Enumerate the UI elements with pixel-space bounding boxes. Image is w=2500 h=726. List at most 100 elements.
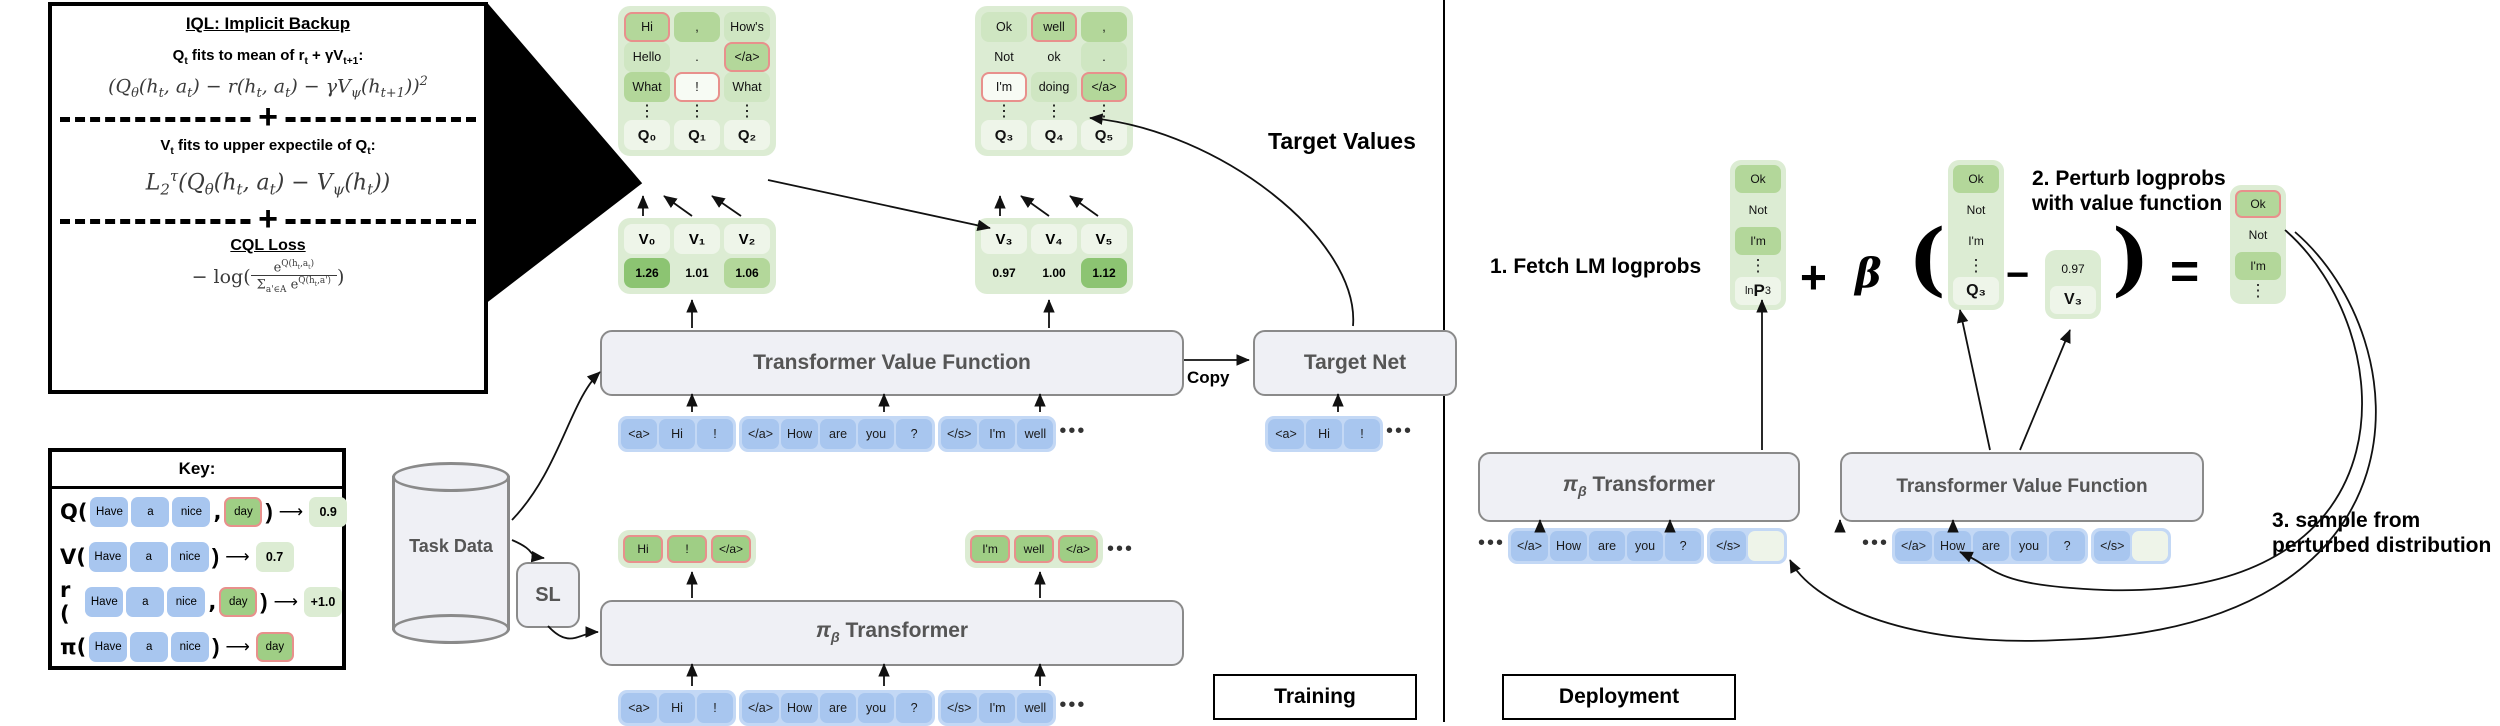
policy-output-token: </a> (711, 535, 751, 563)
key-paren: ) (260, 588, 268, 614)
token[interactable]: I'm (979, 693, 1016, 723)
token[interactable]: How (781, 693, 819, 723)
transformer-value-function-box[interactable]: Transformer Value Function (600, 330, 1184, 396)
token[interactable]: well (1017, 693, 1054, 723)
q-value-block-1: Hi, How's Hello. </a> What! What ⋮ ⋮ ⋮ Q₀ Q₁ Q₂ (618, 6, 776, 156)
key-paren: ) (265, 498, 273, 524)
policy-output-token: well (1014, 535, 1054, 563)
q-label-row: Q₀ Q₁ Q₂ (624, 120, 770, 150)
key-function-symbol: V( (60, 544, 86, 569)
target-net-label: Target Net (1303, 351, 1407, 374)
token[interactable]: </a> (742, 693, 780, 723)
token[interactable]: ! (697, 693, 733, 723)
deployment-transformer-value-function-box[interactable]: Transformer Value Function (1840, 452, 2204, 522)
key-row: π(Have a nice) ⟶ day (52, 624, 342, 669)
token[interactable]: How (781, 419, 819, 449)
token[interactable]: you (858, 419, 895, 449)
token[interactable]: you (858, 693, 895, 723)
token[interactable]: are (820, 693, 857, 723)
token[interactable]: </s> (1710, 531, 1747, 561)
distribution-cell: I'm (1735, 227, 1781, 255)
token[interactable]: How (1550, 531, 1588, 561)
token[interactable]: ? (2049, 531, 2086, 561)
token-group: </a> How are you? (1892, 528, 2089, 564)
token[interactable]: How (1934, 531, 1972, 561)
v-value-block-1: V₀ V₁ V₂ 1.26 1.01 1.06 (618, 218, 776, 294)
token-group: <a> Hi! (618, 690, 736, 726)
key-value: 0.9 (309, 496, 348, 527)
plus-icon-2: + (255, 202, 281, 236)
paren-close: ) (2112, 211, 2150, 305)
target-net-box[interactable]: Target Net (1253, 330, 1457, 396)
token[interactable]: are (1589, 531, 1626, 561)
v-label-row: V₃ V₄ V₅ (981, 224, 1127, 254)
token-ellipsis: ••• (1059, 694, 1087, 716)
token[interactable]: you (2011, 531, 2048, 561)
blank-token-slot[interactable] (1748, 531, 1785, 561)
token[interactable]: <a> (621, 419, 657, 449)
token[interactable]: you (1627, 531, 1664, 561)
iql-v-description: Vt fits to upper expectile of Qt: (160, 137, 376, 158)
key-value: +1.0 (304, 586, 342, 617)
task-data-cylinder: Task Data (392, 462, 510, 644)
distribution-cell: Not (1953, 196, 1999, 224)
token[interactable]: well (1017, 419, 1054, 449)
key-token: a (131, 496, 170, 527)
q-token-row: What! What (624, 72, 770, 102)
q-token-cell: Ok (981, 12, 1027, 42)
token[interactable]: </a> (1895, 531, 1933, 561)
q-token-cell: What (624, 72, 670, 102)
token[interactable]: are (1973, 531, 2010, 561)
token[interactable]: ! (1344, 419, 1380, 449)
v-label-row: V₀ V₁ V₂ (624, 224, 770, 254)
token[interactable]: ? (896, 693, 933, 723)
distribution-cell: Ok (1953, 165, 1999, 193)
token[interactable]: ? (1665, 531, 1702, 561)
deployment-section-label: Deployment (1558, 685, 1680, 708)
token[interactable]: Hi (1306, 419, 1342, 449)
deployment-pi-beta-transformer-box[interactable]: πβ Transformer (1478, 452, 1800, 522)
q-token-cell: . (674, 42, 720, 72)
token-group: </s> (2091, 528, 2172, 564)
token-row-policy: <a> Hi! </a> How are you? </s> I'm well ••• (618, 690, 1086, 726)
token[interactable]: </a> (1511, 531, 1549, 561)
q-token-cell: ! (674, 72, 720, 102)
vertical-dots-icon: ⋮ (1749, 256, 1767, 275)
blank-token-slot[interactable] (2132, 531, 2169, 561)
key-token: nice (171, 631, 210, 662)
deployment-step2-label: 2. Perturb logprobs with value function (2032, 167, 2226, 215)
token-row-value-function: <a> Hi! </a> How are you? </s> I'm well ••• (618, 416, 1086, 452)
q-token-row: Not ok. (981, 42, 1127, 72)
token[interactable]: ! (697, 419, 733, 449)
key-legend-panel: Key: Q(Have a nice, day) ⟶ 0.9 V(Have a nice) ⟶ 0.… (48, 448, 348, 670)
token-ellipsis: ••• (1862, 532, 1890, 554)
token-ellipsis: ••• (1478, 532, 1506, 554)
token[interactable]: I'm (979, 419, 1016, 449)
pi-beta-transformer-box[interactable]: πβ Transformer (600, 600, 1184, 666)
deployment-section-label-box: Deployment (1502, 674, 1736, 720)
v-value: 1.26 (624, 258, 670, 288)
token[interactable]: are (820, 419, 857, 449)
q-value-column-deployment: Ok Not I'm ⋮ Q₃ (1948, 160, 2004, 310)
iql-divider-2: + (52, 202, 484, 236)
iql-panel-title: IQL: Implicit Backup (185, 14, 351, 33)
token[interactable]: </a> (742, 419, 780, 449)
token[interactable]: </s> (2094, 531, 2131, 561)
token[interactable]: </s> (941, 419, 978, 449)
token-group: <a> Hi! (1265, 416, 1383, 452)
q-token-cell: doing (1031, 72, 1077, 102)
key-paren: ) (212, 633, 220, 659)
token-ellipsis: ••• (1059, 420, 1087, 442)
q-token-cell: Hi (624, 12, 670, 42)
q-token-cell: . (1081, 42, 1127, 72)
token[interactable]: <a> (1268, 419, 1304, 449)
token-group: </a> How are you? (1508, 528, 1705, 564)
v-value: 1.12 (1081, 258, 1127, 288)
token[interactable]: Hi (659, 419, 695, 449)
token[interactable]: Hi (659, 693, 695, 723)
iql-q-description: Qt fits to mean of rt + γVt+1: (172, 47, 364, 67)
deployment-token-row-value: ••• </a> How are you? </s> (1862, 528, 2172, 564)
token[interactable]: </s> (941, 693, 978, 723)
token[interactable]: ? (896, 419, 933, 449)
token[interactable]: <a> (621, 693, 657, 723)
